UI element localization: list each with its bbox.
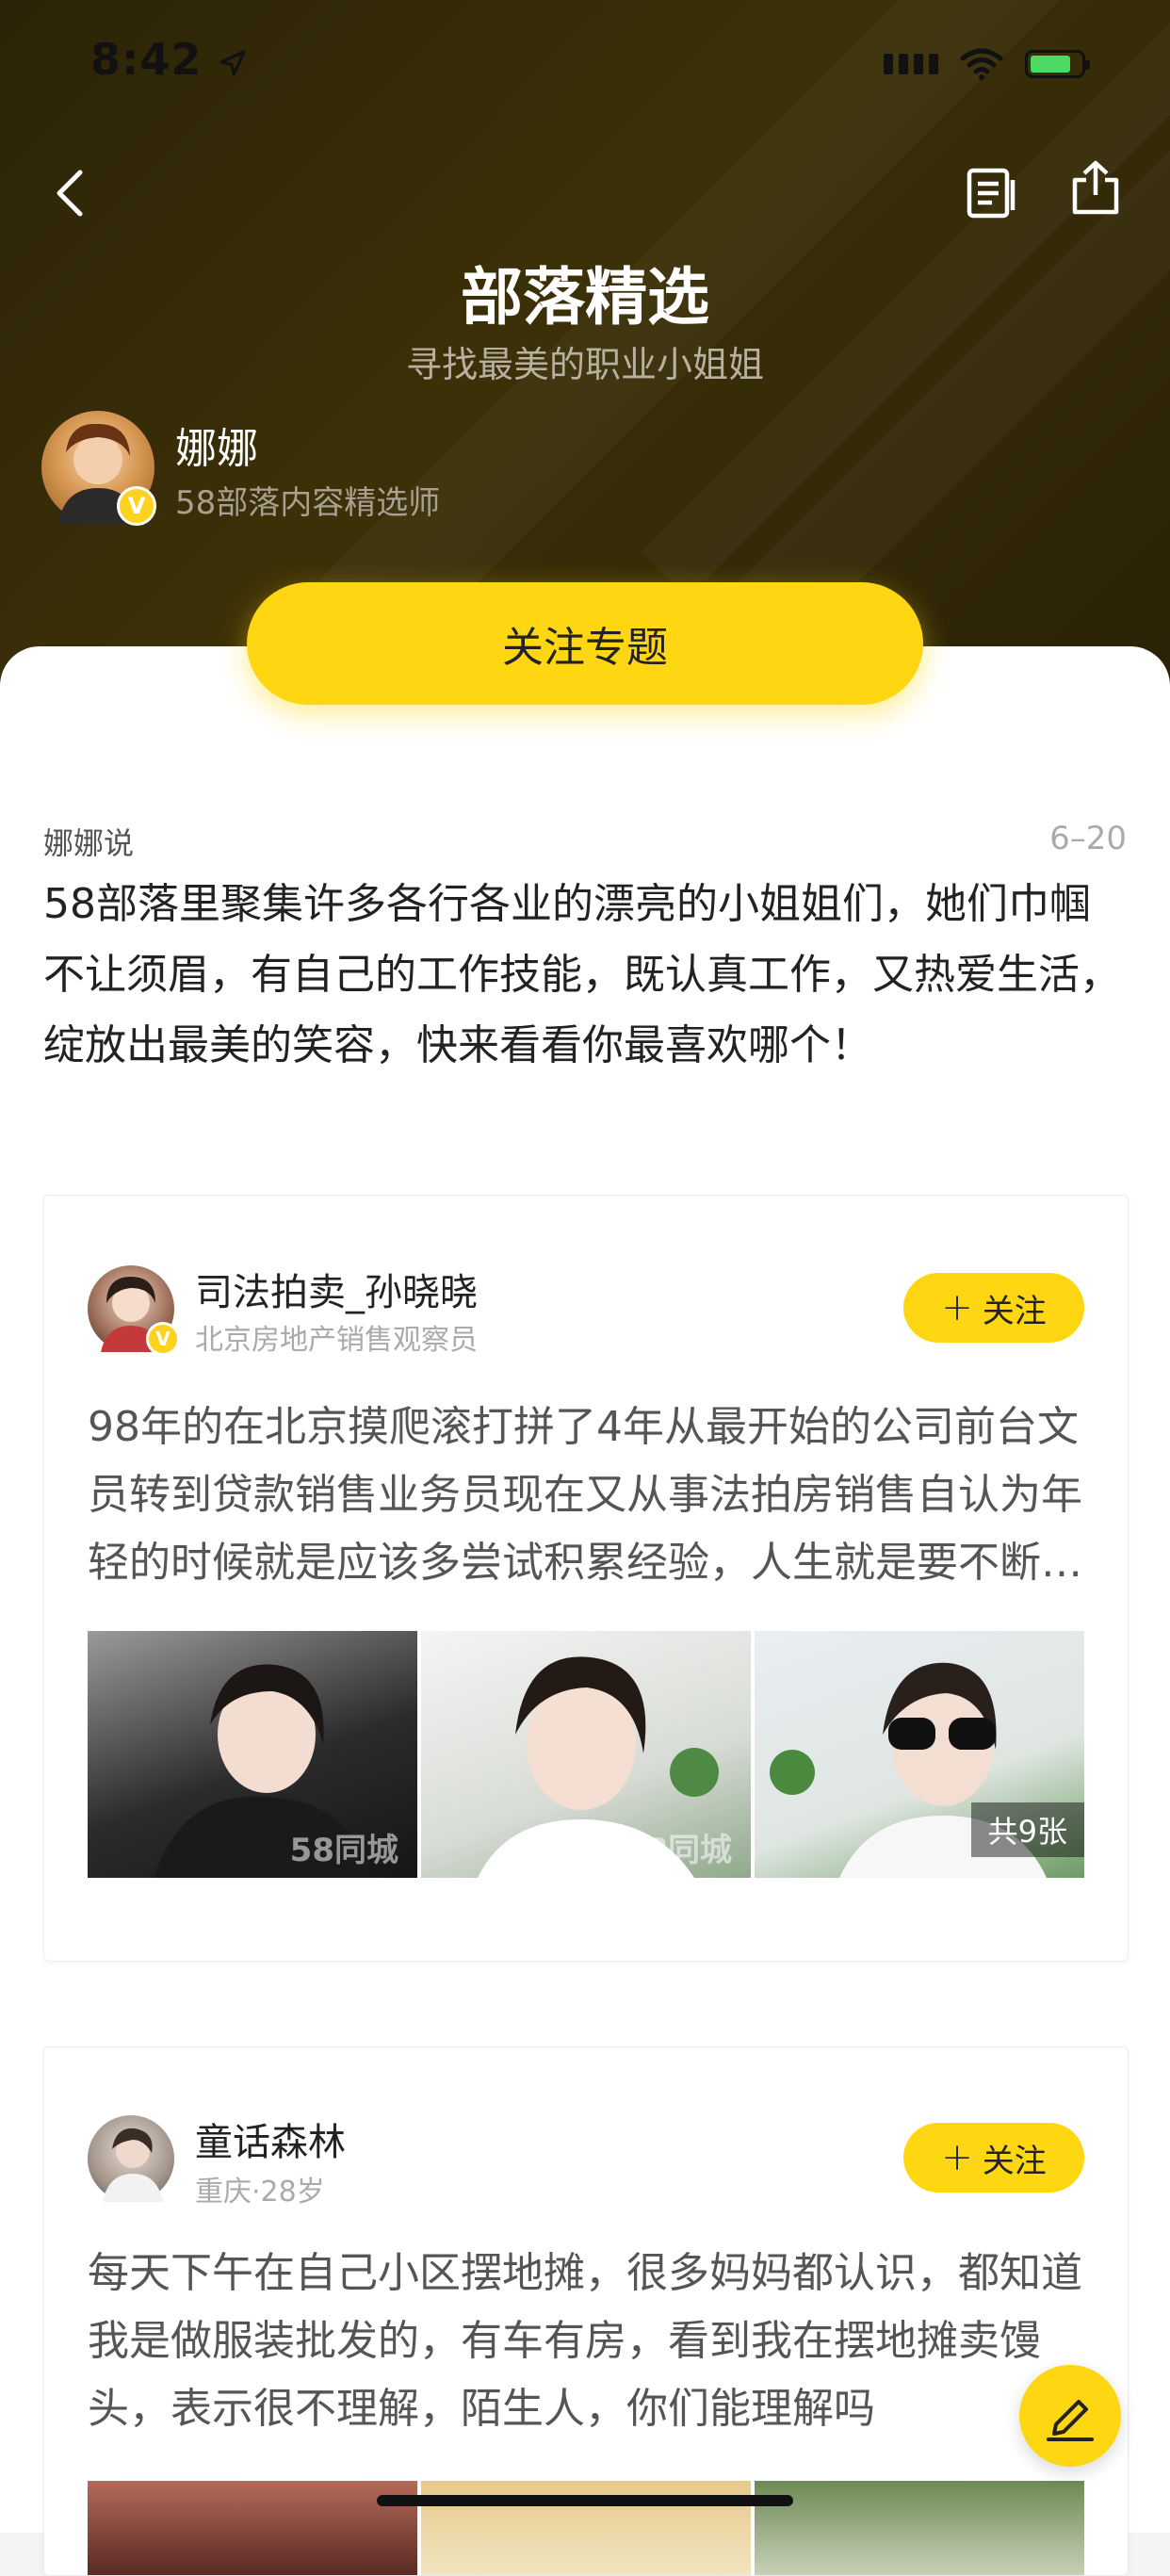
compose-button[interactable] — [1019, 2365, 1121, 2467]
plus-icon: + — [941, 1286, 973, 1329]
post-author-name[interactable]: 童话森林 — [195, 2111, 346, 2166]
photo-thumbnail[interactable]: 58同城 — [421, 1631, 751, 1878]
follow-button[interactable]: + 关注 — [903, 2123, 1084, 2193]
post-author-meta: 北京房地产销售观察员 — [195, 1324, 478, 1357]
post-text[interactable]: 98年的在北京摸爬滚打拼了4年从最开始的公司前台文员转到贷款销售业务员现在又从事… — [88, 1394, 1086, 1597]
avatar-image — [103, 2128, 163, 2202]
follow-label: 关注 — [982, 2142, 1047, 2180]
photo-thumbnail[interactable]: 58同城 — [88, 1631, 417, 1878]
location-arrow-icon — [219, 49, 247, 76]
author-avatar[interactable]: V — [41, 411, 156, 526]
intro-text: 58部落里聚集许多各行各业的漂亮的小姐姐们，她们巾帼不让须眉，有自己的工作技能，… — [43, 880, 1121, 1069]
avatar[interactable]: V — [88, 1265, 180, 1356]
post-author-name[interactable]: 司法拍卖_孙晓晓 — [195, 1262, 478, 1316]
follow-button[interactable]: + 关注 — [903, 1273, 1084, 1343]
status-icons — [884, 47, 1090, 81]
author-role: 58部落内容精选师 — [175, 484, 441, 522]
compose-icon — [1047, 2400, 1094, 2441]
follow-label: 关注 — [982, 1292, 1047, 1330]
post-text[interactable]: 每天下午在自己小区摆地摊，很多妈妈都认识，都知道我是做服装批发的，有车有房，看到… — [88, 2240, 1086, 2443]
avatar[interactable] — [88, 2115, 174, 2202]
intro-date: 6–20 — [1049, 820, 1127, 857]
intro-label: 娜娜说 — [43, 825, 135, 861]
verified-badge: V — [146, 1322, 180, 1356]
photo-count-tag: 共9张 — [970, 1802, 1084, 1857]
watermark: 58同城 — [623, 1832, 732, 1869]
follow-topic-button[interactable]: 关注专题 — [247, 582, 923, 705]
page-subtitle: 寻找最美的职业小姐姐 — [405, 344, 764, 385]
page-title: 部落精选 — [461, 261, 709, 334]
photo-grid[interactable]: 58同城 58同城 共9张 — [88, 1631, 1084, 1878]
verified-badge: V — [117, 486, 156, 526]
home-indicator[interactable] — [377, 2495, 793, 2506]
share-button[interactable] — [1053, 145, 1138, 230]
photo-thumbnail[interactable] — [755, 2481, 1084, 2575]
plus-icon: + — [941, 2136, 973, 2179]
back-arrow-icon — [57, 170, 83, 217]
watermark: 58同城 — [289, 1832, 398, 1869]
post-author-meta: 重庆·28岁 — [195, 2176, 325, 2209]
document-list-icon — [967, 168, 1016, 219]
wifi-icon — [960, 48, 1003, 80]
post-card[interactable]: V 司法拍卖_孙晓晓 北京房地产销售观察员 + 关注 98年的在北京摸爬滚打拼了… — [43, 1195, 1129, 1962]
photo-thumbnail[interactable]: 共9张 — [755, 1631, 1084, 1878]
signal-icon — [884, 54, 938, 74]
author-name: 娜娜 — [175, 425, 258, 473]
share-icon — [1072, 160, 1119, 215]
status-time: 8:42 — [90, 34, 248, 85]
photo-thumbnail[interactable] — [88, 2481, 417, 2575]
battery-icon — [1025, 50, 1090, 78]
back-button[interactable] — [28, 151, 113, 236]
list-button[interactable] — [948, 151, 1032, 236]
